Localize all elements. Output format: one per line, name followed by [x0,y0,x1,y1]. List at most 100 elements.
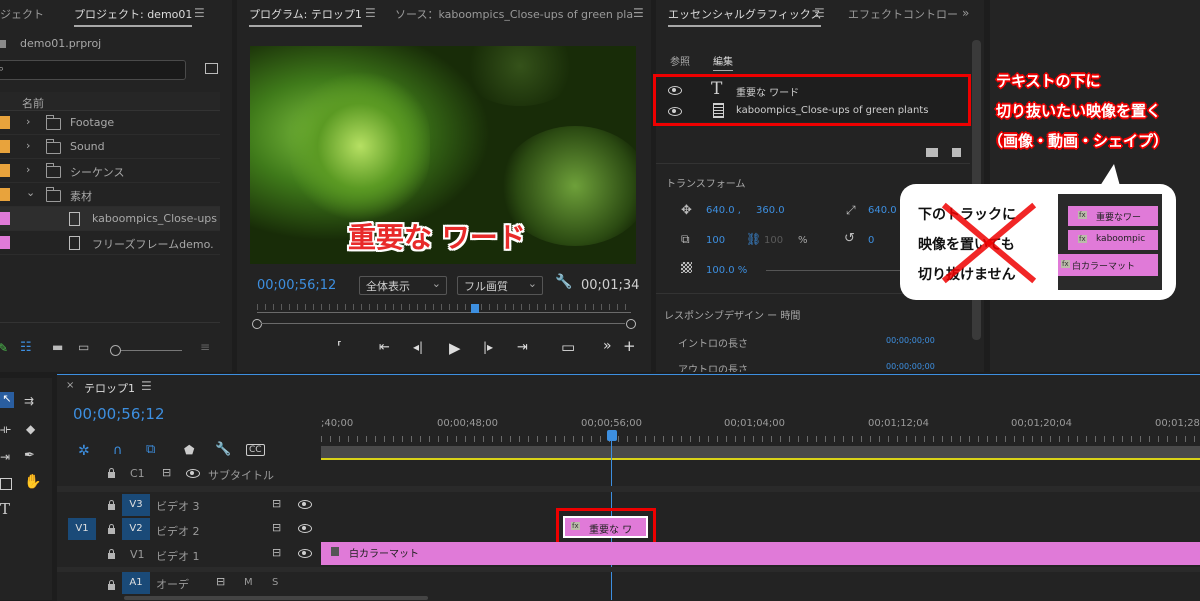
tab-essential-graphics[interactable]: エッセンシャルグラフィックス [668,6,822,27]
menu-icon[interactable]: ☰ [633,6,644,20]
lock-icon[interactable] [108,524,115,534]
lock-icon[interactable] [108,468,115,478]
search-input[interactable] [0,60,186,80]
work-area-bar[interactable] [321,446,1200,458]
scrubber-playhead[interactable] [471,304,479,313]
zoom-slider-handle[interactable] [110,345,121,356]
timeline-timecode[interactable]: 00;00;56;12 [73,405,165,423]
tab-partial[interactable]: ジェクト [0,6,44,22]
close-icon[interactable]: × [66,380,74,391]
slip-tool-icon[interactable]: ⇥ [0,450,10,464]
tab-project[interactable]: プロジェクト: demo01 [74,6,193,27]
playhead-marker[interactable] [607,430,617,441]
scrubber-start-handle[interactable] [252,319,262,329]
subtab-edit[interactable]: 編集 [713,53,733,71]
marker-icon[interactable]: ⬟ [184,443,194,457]
lock-icon[interactable] [108,549,115,559]
sync-icon[interactable]: ⊟ [272,521,281,534]
sync-icon[interactable]: ⊟ [216,575,225,588]
horizontal-scrollbar[interactable] [124,596,428,600]
zoom-select[interactable]: 全体表示 ⌄ [359,276,447,295]
snap-icon[interactable]: ✲ [78,443,90,459]
list-item[interactable]: › Footage [0,111,220,135]
wrench-icon[interactable]: 🔧 [215,442,231,457]
tab-effect-controls[interactable]: エフェクトコントロー [848,6,958,22]
list-view-icon[interactable]: ☷ [20,340,32,355]
step-back-icon[interactable]: ◂| [413,340,423,354]
outro-value[interactable]: 00;00;00;00 [886,362,935,371]
link-icon[interactable]: ⛓ [746,232,761,246]
timeline-tab[interactable]: テロップ1 [84,380,135,396]
subtab-browse[interactable]: 参照 [670,53,690,68]
zoom-slider[interactable] [112,350,182,351]
wrench-icon[interactable]: 🔧 [555,274,572,290]
tab-program[interactable]: プログラム: テロップ1 [249,6,362,27]
razor-tool-icon[interactable]: ◆ [26,422,35,436]
more-controls-icon[interactable]: » [603,338,612,354]
intro-value[interactable]: 00;00;00;00 [886,336,935,345]
type-tool-icon[interactable]: T [0,500,10,518]
opacity-value[interactable]: 100.0 % [706,265,747,276]
track-select-tool-icon[interactable]: ⇉ [24,394,34,408]
list-item[interactable]: ⌄ 素材 [0,183,220,207]
sort-icon[interactable]: ≡ [200,340,210,354]
more-tabs-icon[interactable]: » [962,6,969,20]
video-frame[interactable]: 重要な ワード [250,46,636,264]
list-item[interactable]: › Sound [0,135,220,159]
new-layer-folder-icon[interactable] [926,148,938,157]
position-y-value[interactable]: 360.0 [756,205,785,216]
source-patch-v1[interactable]: V1 [68,518,96,540]
anchor-x-value[interactable]: 640.0 [868,205,897,216]
new-layer-icon[interactable] [952,148,961,157]
track-target-v3[interactable]: V3 [122,494,150,516]
list-item[interactable]: フリーズフレームdemo. [0,231,220,255]
hand-tool-icon[interactable]: ✋ [24,474,41,490]
pen-tool-icon[interactable]: ✒ [24,448,35,463]
go-to-in-icon[interactable]: ⇤ [379,340,390,355]
freeform-view-icon[interactable]: ▭ [78,340,89,354]
ripple-edit-tool-icon[interactable]: ⟛ [0,422,11,437]
step-forward-icon[interactable]: |▸ [483,340,493,354]
playhead-timecode[interactable]: 00;00;56;12 [257,278,336,293]
menu-icon[interactable]: ☰ [814,6,825,20]
list-item[interactable]: › シーケンス [0,159,220,183]
eye-icon[interactable] [186,469,200,478]
tab-source[interactable]: ソース：kaboompics_Close-ups of green pla [395,6,633,22]
linked-selection-icon[interactable]: ⧉ [146,442,155,457]
magnet-icon[interactable]: ∩ [113,443,123,458]
lock-icon[interactable] [108,580,115,590]
track-target-v2[interactable]: V2 [122,518,150,540]
eye-icon[interactable] [298,524,312,533]
export-frame-icon[interactable]: ▭ [561,338,575,356]
icon-view-icon[interactable]: ▬ [52,340,63,354]
quality-select[interactable]: フル画質 ⌄ [457,276,543,295]
pencil-icon[interactable]: ✎ [0,341,8,355]
sync-icon[interactable]: ⊟ [272,497,281,510]
menu-icon[interactable]: ☰ [365,6,376,20]
mark-in-icon[interactable]: ⸢ [337,340,342,355]
track-target-a1[interactable]: A1 [122,572,150,594]
rectangle-tool-icon[interactable] [0,478,12,490]
scale-value[interactable]: 100 [706,235,725,246]
eye-icon[interactable] [298,549,312,558]
scrubber-track[interactable] [257,312,631,313]
sync-icon[interactable]: ⊟ [272,546,281,559]
selection-tool-icon[interactable]: ↖ [0,392,14,408]
new-bin-icon[interactable] [205,63,218,74]
solo-button[interactable]: S [272,577,278,588]
expand-icon[interactable]: › [26,139,30,152]
scrubber-end-handle[interactable] [626,319,636,329]
collapse-icon[interactable]: ⌄ [26,186,35,199]
menu-icon[interactable]: ☰ [141,379,152,393]
lock-icon[interactable] [108,500,115,510]
go-to-out-icon[interactable]: ⇥ [517,340,528,355]
play-icon[interactable]: ▶ [449,339,461,357]
matte-clip[interactable]: 白カラーマット [321,542,1200,565]
mute-button[interactable]: M [244,577,253,588]
rotation-value[interactable]: 0 [868,235,874,246]
menu-icon[interactable]: ☰ [194,6,205,20]
expand-icon[interactable]: › [26,163,30,176]
position-x-value[interactable]: 640.0 , [706,205,741,216]
sync-icon[interactable]: ⊟ [162,466,171,479]
add-button-icon[interactable]: + [623,337,636,355]
